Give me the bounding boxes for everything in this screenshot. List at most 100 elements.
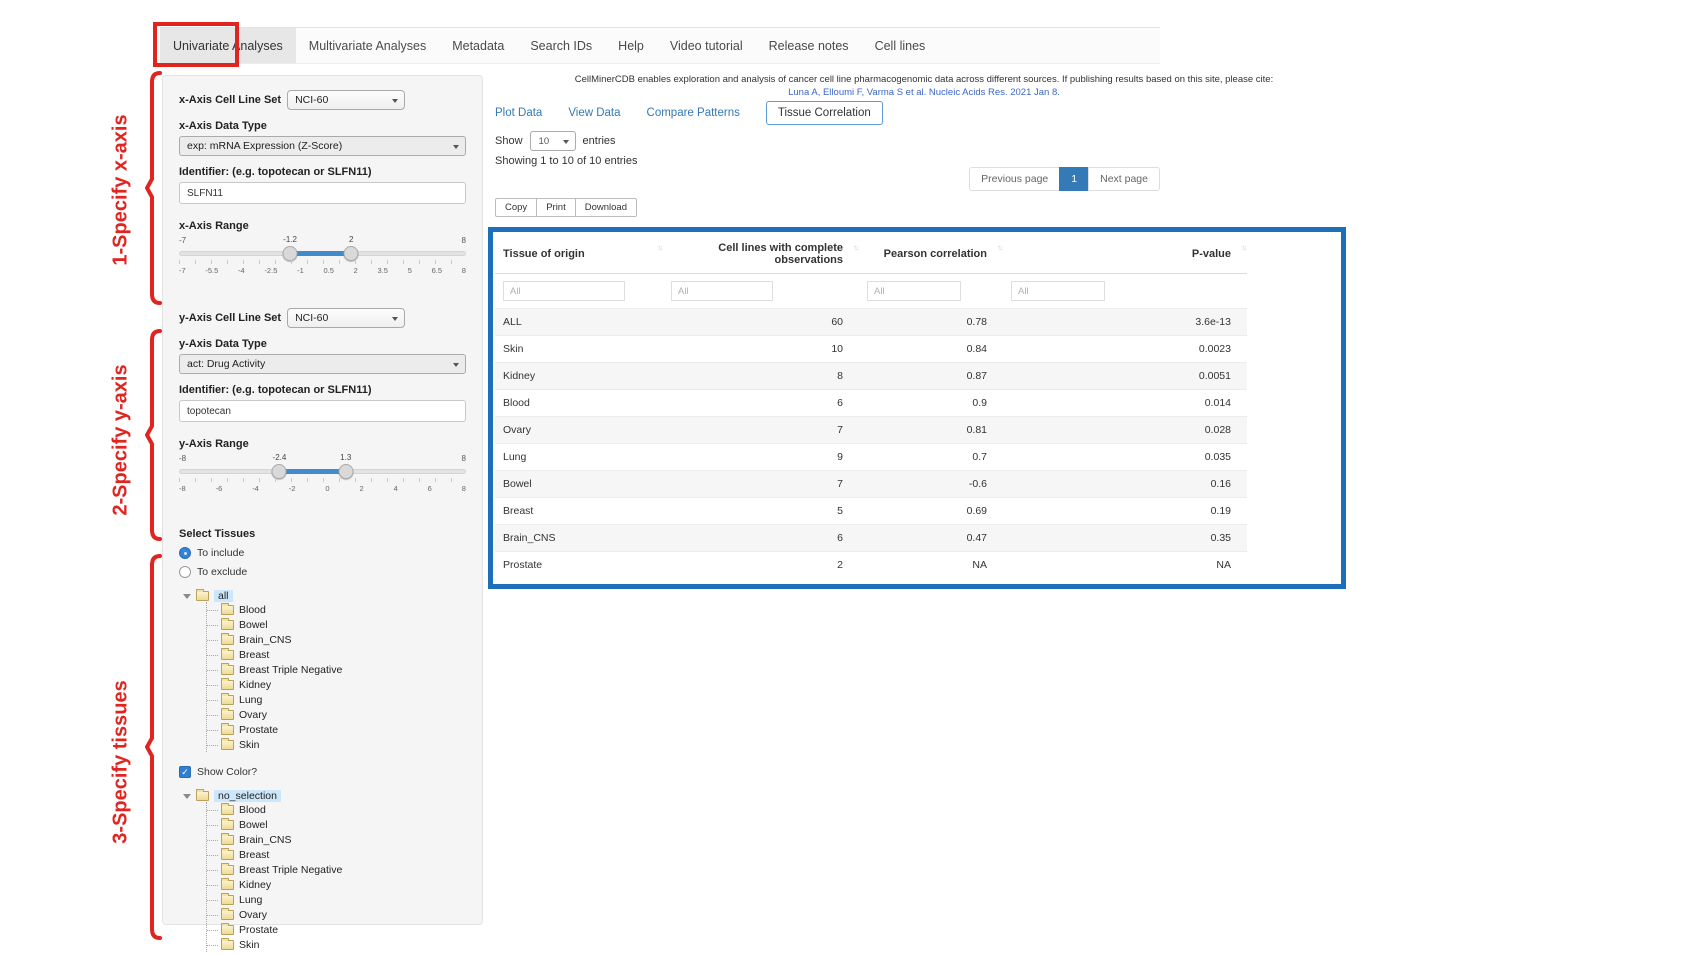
tab-tissue-correlation[interactable]: Tissue Correlation (766, 101, 883, 125)
tree-node-bowel[interactable]: Bowel (207, 817, 466, 832)
show-color-checkbox[interactable]: ✓ Show Color? (179, 766, 466, 778)
filter-cell (859, 274, 1003, 309)
tree-node-label: Skin (239, 739, 259, 751)
y-axis-data-type-select[interactable]: act: Drug Activity (179, 354, 466, 374)
column-header-tissue-of-origin[interactable]: Tissue of origin↑↓ (495, 234, 663, 274)
tree-node-brain-cns[interactable]: Brain_CNS (207, 832, 466, 847)
tree-node-brain-cns[interactable]: Brain_CNS (207, 632, 466, 647)
citation-link[interactable]: Luna A, Elloumi F, Varma S et al. Nuclei… (495, 86, 1353, 99)
x-axis-range-slider[interactable]: -7 8 -1.2 2 -7-5.5-4-2.5-10.523.556.58 (179, 236, 466, 282)
slider-tick-label: 8 (462, 266, 466, 275)
tree-node-lung[interactable]: Lung (207, 692, 466, 707)
folder-icon (221, 925, 234, 935)
nav-item-univariate-analyses[interactable]: Univariate Analyses (160, 28, 296, 63)
nav-item-video-tutorial[interactable]: Video tutorial (657, 28, 756, 63)
tree-node-blood[interactable]: Blood (207, 802, 466, 817)
cell-p-value: 0.35 (1003, 525, 1247, 552)
nav-item-help[interactable]: Help (605, 28, 657, 63)
slider-max-label: 8 (462, 236, 466, 245)
cell-pearson-correlation: 0.9 (859, 390, 1003, 417)
tab-compare-patterns[interactable]: Compare Patterns (647, 107, 740, 119)
page-1-button[interactable]: 1 (1059, 167, 1089, 191)
column-header-pearson-correlation[interactable]: Pearson correlation↑↓ (859, 234, 1003, 274)
table-row-blood: Blood60.90.014 (495, 390, 1247, 417)
tree-node-ovary[interactable]: Ovary (207, 707, 466, 722)
print-button[interactable]: Print (536, 198, 576, 217)
nav-item-multivariate-analyses[interactable]: Multivariate Analyses (296, 28, 439, 63)
tree-node-bowel[interactable]: Bowel (207, 617, 466, 632)
filter-cell (1003, 274, 1247, 309)
tree-node-breast[interactable]: Breast (207, 847, 466, 862)
nav-item-cell-lines[interactable]: Cell lines (862, 28, 939, 63)
cell-p-value: 0.0051 (1003, 363, 1247, 390)
column-header-cell-lines-with-complete-observations[interactable]: Cell lines with complete observations↑↓ (663, 234, 859, 274)
tree-node-kidney[interactable]: Kidney (207, 877, 466, 892)
slider-high-handle[interactable] (344, 246, 359, 261)
tree-node-lung[interactable]: Lung (207, 892, 466, 907)
tree-node-skin[interactable]: Skin (207, 737, 466, 752)
tree-node-blood[interactable]: Blood (207, 602, 466, 617)
tree-node-prostate[interactable]: Prostate (207, 922, 466, 937)
tab-view-data[interactable]: View Data (568, 107, 620, 119)
tab-plot-data[interactable]: Plot Data (495, 107, 542, 119)
tissues-include-radio[interactable]: To include (179, 547, 466, 559)
nav-item-metadata[interactable]: Metadata (439, 28, 517, 63)
tissues-exclude-radio[interactable]: To exclude (179, 566, 466, 578)
folder-icon (196, 791, 209, 801)
slider-low-handle[interactable] (272, 464, 287, 479)
column-header-p-value[interactable]: P-value↑↓ (1003, 234, 1247, 274)
cell-pearson-correlation: -0.6 (859, 471, 1003, 498)
y-axis-identifier-input[interactable] (179, 400, 466, 422)
cell-p-value: 0.028 (1003, 417, 1247, 444)
pagination: Previous page 1 Next page (969, 167, 1160, 191)
slider-track[interactable] (179, 469, 466, 474)
filter-input-cell-lines-with-complete-observations[interactable] (671, 281, 773, 301)
nav-item-release-notes[interactable]: Release notes (756, 28, 862, 63)
tree-node-breast-triple-negative[interactable]: Breast Triple Negative (207, 862, 466, 877)
table-row-ovary: Ovary70.810.028 (495, 417, 1247, 444)
nav-item-search-ids[interactable]: Search IDs (517, 28, 605, 63)
slider-low-handle[interactable] (283, 246, 298, 261)
table-row-breast: Breast50.690.19 (495, 498, 1247, 525)
tree-node-ovary[interactable]: Ovary (207, 907, 466, 922)
x-axis-cell-line-set-select[interactable]: NCI-60 (287, 90, 405, 110)
radio-unselected-icon (179, 566, 191, 578)
y-axis-cell-line-set-select[interactable]: NCI-60 (287, 308, 405, 328)
tree-children: BloodBowel Brain_CNS BreastBreast Triple N… (206, 602, 466, 752)
filter-input-tissue-of-origin[interactable] (503, 281, 625, 301)
slider-high-handle[interactable] (338, 464, 353, 479)
tree-node-label: Kidney (239, 879, 271, 891)
filter-input-p-value[interactable] (1011, 281, 1105, 301)
tree-node-label: Blood (239, 604, 266, 616)
slider-tick-label: -2.5 (264, 266, 277, 275)
filter-input-pearson-correlation[interactable] (867, 281, 961, 301)
cell-cell-lines-with-complete-observations: 9 (663, 444, 859, 471)
tree-node-label: Breast (239, 649, 269, 661)
tree-node-breast-triple-negative[interactable]: Breast Triple Negative (207, 662, 466, 677)
entries-count-select[interactable]: 10 (530, 131, 576, 151)
previous-page-button[interactable]: Previous page (969, 167, 1060, 191)
table-row-lung: Lung90.70.035 (495, 444, 1247, 471)
entries-count-value: 10 (539, 136, 550, 147)
tree-node-skin[interactable]: Skin (207, 937, 466, 952)
table-row-brain-cns: Brain_CNS60.470.35 (495, 525, 1247, 552)
tree-node-label: Brain_CNS (239, 634, 292, 646)
tree-node-prostate[interactable]: Prostate (207, 722, 466, 737)
y-axis-range-slider[interactable]: -8 8 -2.4 1.3 -8-6-4-202468 (179, 454, 466, 500)
next-page-button[interactable]: Next page (1088, 167, 1160, 191)
copy-button[interactable]: Copy (495, 198, 537, 217)
tree-node-breast[interactable]: Breast (207, 647, 466, 662)
show-color-label: Show Color? (197, 766, 257, 778)
cell-cell-lines-with-complete-observations: 60 (663, 309, 859, 336)
slider-track[interactable] (179, 251, 466, 256)
download-button[interactable]: Download (575, 198, 637, 217)
x-axis-data-type-select[interactable]: exp: mRNA Expression (Z-Score) (179, 136, 466, 156)
tree-root-all[interactable]: all (179, 590, 466, 602)
cell-cell-lines-with-complete-observations: 8 (663, 363, 859, 390)
tree-node-kidney[interactable]: Kidney (207, 677, 466, 692)
tree-node-label: Brain_CNS (239, 834, 292, 846)
tree-node-label: Skin (239, 939, 259, 951)
tree-root-no-selection[interactable]: no_selection (179, 790, 466, 802)
x-axis-identifier-input[interactable] (179, 182, 466, 204)
cell-p-value: 3.6e-13 (1003, 309, 1247, 336)
